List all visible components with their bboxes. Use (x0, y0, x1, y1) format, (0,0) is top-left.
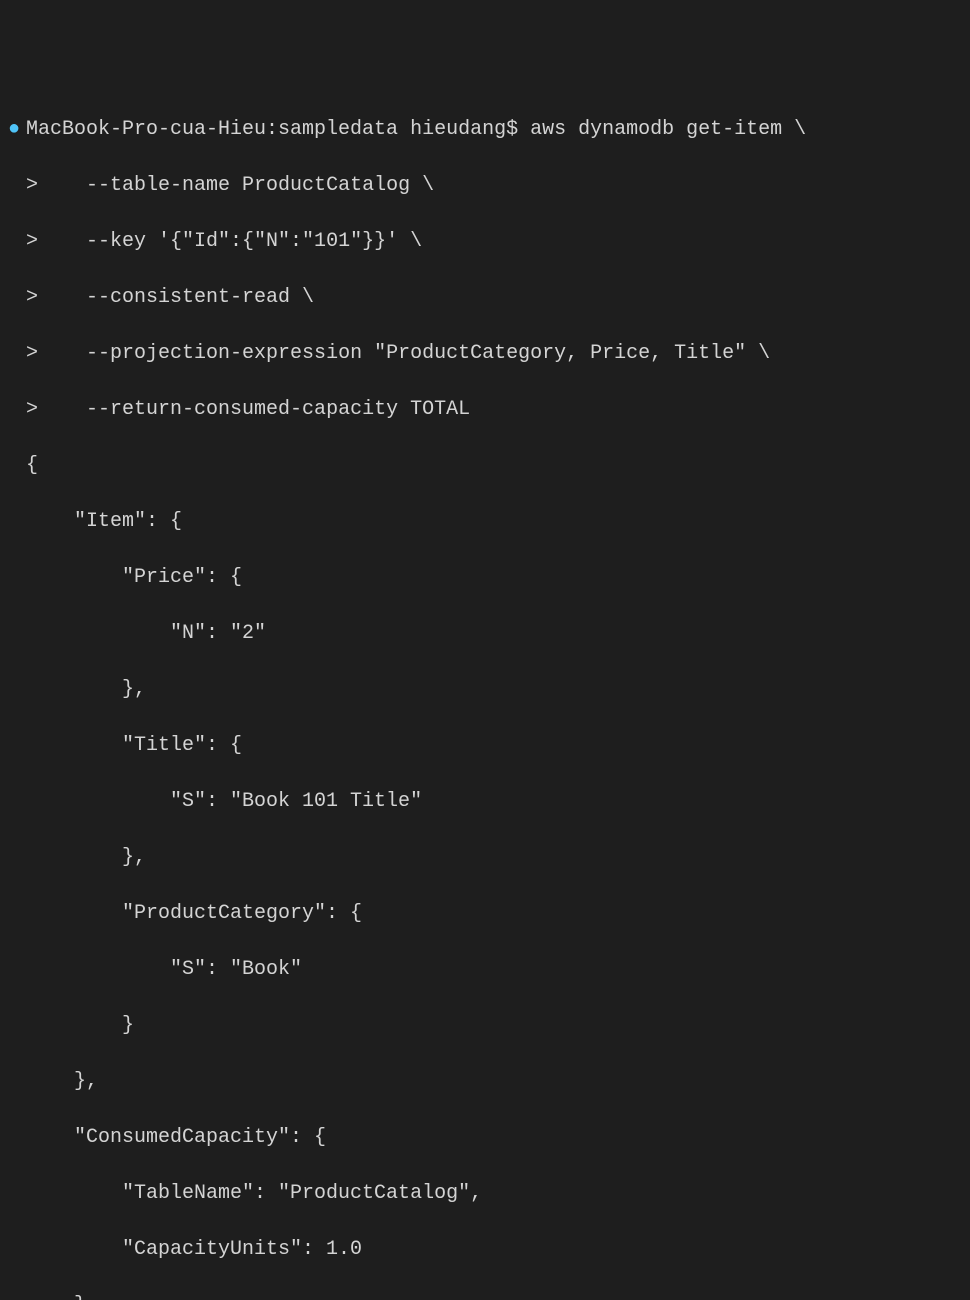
output-line: "TableName": "ProductCatalog", (8, 1180, 962, 1208)
output-line: "ProductCategory": { (8, 900, 962, 928)
command-line-2[interactable]: > --table-name ProductCatalog \ (8, 172, 962, 200)
output-line: "Price": { (8, 564, 962, 592)
output-line: }, (8, 844, 962, 872)
gutter-space (8, 340, 26, 368)
output-line: }, (8, 1068, 962, 1096)
output-line: { (8, 452, 962, 480)
output-line: "S": "Book" (8, 956, 962, 984)
output-line: }, (8, 676, 962, 704)
command-line-6[interactable]: > --return-consumed-capacity TOTAL (8, 396, 962, 424)
gutter-space (8, 284, 26, 312)
gutter-space (8, 396, 26, 424)
output-line: "CapacityUnits": 1.0 (8, 1236, 962, 1264)
gutter-space (8, 228, 26, 256)
shell-prompt: MacBook-Pro-cua-Hieu:sampledata hieudang… (26, 118, 530, 141)
output-line: "S": "Book 101 Title" (8, 788, 962, 816)
command-line-3[interactable]: > --key '{"Id":{"N":"101"}}' \ (8, 228, 962, 256)
command-text: --key '{"Id":{"N":"101"}}' \ (38, 230, 422, 253)
output-line: "Title": { (8, 732, 962, 760)
command-text: --projection-expression "ProductCategory… (38, 342, 770, 365)
command-text: --return-consumed-capacity TOTAL (38, 398, 470, 421)
command-line-4[interactable]: > --consistent-read \ (8, 284, 962, 312)
command-line-5[interactable]: > --projection-expression "ProductCatego… (8, 340, 962, 368)
output-line: "ConsumedCapacity": { (8, 1124, 962, 1152)
output-line: } (8, 1292, 962, 1300)
continuation-marker: > (26, 230, 38, 253)
command-text: --table-name ProductCatalog \ (38, 174, 434, 197)
status-bullet-icon: ● (8, 116, 26, 144)
output-line: "N": "2" (8, 620, 962, 648)
command-line-1[interactable]: ●MacBook-Pro-cua-Hieu:sampledata hieudan… (8, 116, 962, 144)
command-text: --consistent-read \ (38, 286, 314, 309)
continuation-marker: > (26, 342, 38, 365)
output-line: } (8, 1012, 962, 1040)
continuation-marker: > (26, 398, 38, 421)
continuation-marker: > (26, 286, 38, 309)
continuation-marker: > (26, 174, 38, 197)
output-line: "Item": { (8, 508, 962, 536)
command-text: aws dynamodb get-item \ (530, 118, 806, 141)
gutter-space (8, 172, 26, 200)
